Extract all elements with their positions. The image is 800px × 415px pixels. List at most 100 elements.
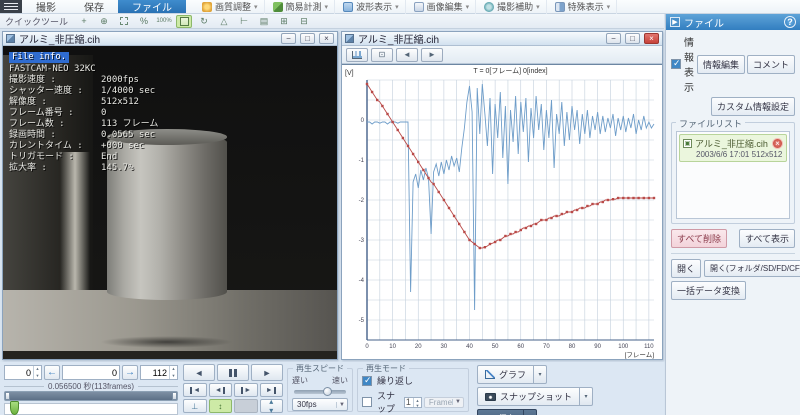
svg-text:T = 0[フレーム] 0[index]: T = 0[フレーム] 0[index] <box>473 67 547 75</box>
speed-slider[interactable] <box>294 390 346 394</box>
zoom-100-icon[interactable]: 100% <box>156 15 172 28</box>
step-back-button[interactable]: ◄ <box>209 383 233 397</box>
image-window-titlebar[interactable]: アルミ_非圧縮.cih − □ × <box>3 32 337 46</box>
repeat-label: 繰り返し <box>377 374 413 387</box>
save-button[interactable]: ↓保存 <box>477 409 524 415</box>
trigger-mark-button[interactable]: ↕ <box>209 399 233 413</box>
speed-slider-knob[interactable] <box>323 387 332 396</box>
flip-icon[interactable]: △ <box>216 15 232 28</box>
waveform-plot[interactable]: 01020304050607080901001100-1-2-3-4-5T = … <box>342 64 662 359</box>
snap-unit-select[interactable]: Frame▼ <box>424 397 464 408</box>
calibration-icon[interactable]: ⊢ <box>236 15 252 28</box>
play-reverse-button[interactable]: ◄ <box>183 364 215 381</box>
open-button[interactable]: 開く <box>671 259 701 278</box>
graph-close-button[interactable]: × <box>644 33 659 44</box>
graph-window-title: アルミ_非圧縮.cih <box>358 31 602 46</box>
graph-maximize-button[interactable]: □ <box>625 33 640 44</box>
play-button[interactable]: ► <box>251 364 283 381</box>
svg-text:-1: -1 <box>359 158 365 164</box>
frame-skip-stepper[interactable]: ▴▾ <box>260 399 284 413</box>
start-frame-input[interactable] <box>5 366 33 379</box>
info-edit-button[interactable]: 情報編集 <box>697 55 745 74</box>
repeat-checkbox[interactable] <box>362 376 372 386</box>
step-forward-button[interactable]: ► <box>234 383 258 397</box>
start-frame-stepper[interactable]: ▲▼ <box>4 365 42 380</box>
grid-layout-icon[interactable]: ⊞ <box>276 15 292 28</box>
file-list-item[interactable]: ▣ アルミ_非圧縮.cih × 2003/6/6 17:01 512x512 <box>679 134 787 162</box>
current-frame-box[interactable] <box>62 365 120 380</box>
menu-special-display[interactable]: 特殊表示▾ <box>549 0 618 14</box>
show-all-button[interactable]: すべて表示 <box>739 229 795 248</box>
menu-image-edit[interactable]: 画像編集▾ <box>408 0 477 14</box>
lock-view-icon[interactable]: ▤ <box>256 15 272 28</box>
region-select-icon[interactable] <box>116 15 132 28</box>
svg-text:0: 0 <box>361 118 365 124</box>
frame-range-slider[interactable] <box>4 391 178 401</box>
range-end-handle[interactable] <box>172 392 177 400</box>
first-frame-button[interactable]: ◄ <box>183 383 207 397</box>
end-frame-spin-arrows[interactable]: ▲▼ <box>169 366 177 379</box>
file-panel: ▶ ファイル ? 情報表示 情報編集 コメント カスタム情報設定 ファイルリスト <box>665 14 800 415</box>
comment-button[interactable]: コメント <box>747 55 795 74</box>
batch-convert-button[interactable]: 一括データ変換 <box>671 281 746 300</box>
graph-minimize-button[interactable]: − <box>606 33 621 44</box>
graph-button[interactable]: グラフ <box>477 365 534 384</box>
waveform-chart: 01020304050607080901001100-1-2-3-4-5T = … <box>342 65 662 359</box>
open-media-button[interactable]: 開く(フォルダ/SD/FD/CF) <box>704 260 800 277</box>
tab-file[interactable]: ファイル <box>118 0 186 13</box>
file-remove-icon[interactable]: × <box>772 138 783 149</box>
minimize-button[interactable]: − <box>281 33 296 44</box>
pause-button[interactable] <box>217 364 249 381</box>
tab-save[interactable]: 保存 <box>70 0 118 13</box>
file-list[interactable]: ▣ アルミ_非圧縮.cih × 2003/6/6 17:01 512x512 <box>676 131 790 219</box>
file-info-header: File info. <box>9 52 69 63</box>
graph-dropdown-caret[interactable]: ▾ <box>534 365 547 384</box>
close-button[interactable]: × <box>319 33 334 44</box>
range-start-handle[interactable] <box>5 392 10 400</box>
start-frame-spin-arrows[interactable]: ▲▼ <box>33 366 41 379</box>
pan-tool-icon[interactable]: + <box>76 15 92 28</box>
zoom-percent-icon[interactable]: % <box>136 15 152 28</box>
custom-info-button[interactable]: カスタム情報設定 <box>711 97 795 116</box>
graph-step-back-icon[interactable]: ◄ <box>396 48 418 62</box>
hamburger-menu-icon[interactable] <box>0 0 22 13</box>
snap-count-stepper[interactable]: ▲▼ <box>404 397 422 408</box>
graph-fit-icon[interactable]: ⊡ <box>371 48 393 62</box>
snap-count-input[interactable] <box>405 398 413 407</box>
playhead-marker[interactable] <box>10 401 19 415</box>
tab-capture[interactable]: 撮影 <box>22 0 70 13</box>
menu-capture-assist[interactable]: 撮影補助▾ <box>478 0 547 14</box>
single-layout-icon[interactable]: ⊟ <box>296 15 312 28</box>
save-dropdown-caret[interactable]: ▾ <box>524 409 537 415</box>
snapshot-button[interactable]: スナップショット <box>477 387 580 406</box>
menu-waveform-display[interactable]: 波形表示▾ <box>337 0 406 14</box>
snapshot-dropdown-caret[interactable]: ▾ <box>580 387 593 406</box>
menu-simple-measure[interactable]: 簡易計測▾ <box>267 0 336 14</box>
jump-trigger-button[interactable]: ⊥ <box>183 399 207 413</box>
snap-label: スナップ <box>377 389 402 415</box>
playhead-track[interactable] <box>4 403 178 415</box>
camera-image[interactable]: File info. FASTCAM-NEO 32KC 撮影速度 :2000fp… <box>3 46 337 359</box>
maximize-button[interactable]: □ <box>300 33 315 44</box>
fps-select[interactable]: 30fps▼ <box>292 398 348 411</box>
info-record-time: 録画時間 :0.0565 sec <box>9 130 158 141</box>
svg-text:70: 70 <box>543 344 550 350</box>
snap-checkbox[interactable] <box>362 397 372 407</box>
info-display-checkbox[interactable] <box>671 59 681 69</box>
end-frame-input[interactable] <box>141 366 169 379</box>
graph-window-titlebar[interactable]: アルミ_非圧縮.cih − □ × <box>342 32 662 46</box>
menu-image-adjust[interactable]: 画質調整▾ <box>196 0 265 14</box>
end-frame-stepper[interactable]: ▲▼ <box>140 365 178 380</box>
last-frame-button[interactable]: ► <box>260 383 284 397</box>
graph-step-forward-icon[interactable]: ► <box>421 48 443 62</box>
pause-icon <box>229 369 237 377</box>
zoom-tool-icon[interactable]: ⊕ <box>96 15 112 28</box>
current-frame-input[interactable] <box>63 366 119 379</box>
help-icon[interactable]: ? <box>784 16 796 28</box>
next-frame-button[interactable]: → <box>122 365 138 380</box>
delete-all-button[interactable]: すべて削除 <box>671 229 727 248</box>
fit-window-icon[interactable] <box>176 15 192 28</box>
rotate-icon[interactable]: ↻ <box>196 15 212 28</box>
graph-settings-icon[interactable] <box>346 48 368 62</box>
prev-frame-button[interactable]: ← <box>44 365 60 380</box>
